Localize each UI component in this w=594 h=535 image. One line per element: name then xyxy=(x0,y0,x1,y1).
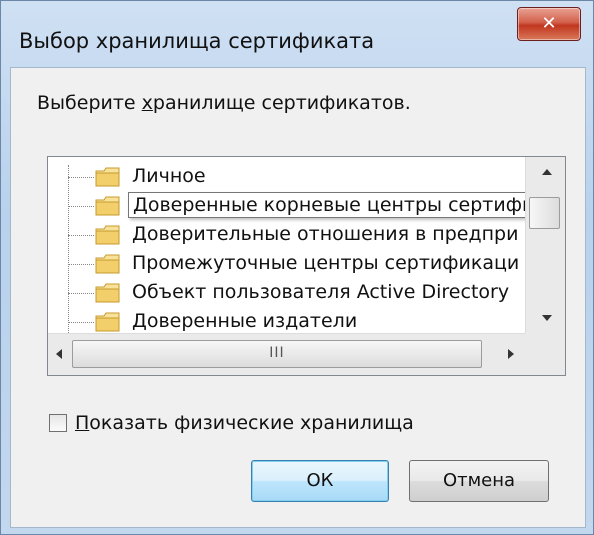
vertical-scrollbar[interactable] xyxy=(525,157,565,333)
folder-icon xyxy=(95,312,120,332)
scroll-up-icon[interactable] xyxy=(542,169,552,175)
tree-item-label: Доверительные отношения в предпри xyxy=(132,223,519,245)
horizontal-scroll-thumb[interactable]: III xyxy=(72,340,482,368)
tree-item-tooltip: Доверенные корневые центры сертификации xyxy=(128,192,525,218)
tree-item-intermediate[interactable]: Промежуточные центры сертификаци xyxy=(48,250,525,280)
tree-item-label: Доверенные издатели xyxy=(132,310,358,332)
show-physical-stores-checkbox[interactable] xyxy=(49,414,67,432)
window-title: Выбор хранилища сертификата xyxy=(19,29,375,53)
folder-icon xyxy=(95,167,120,187)
tree-item-trusted-root[interactable]: Доверенные корневые центры сертификации xyxy=(48,192,525,222)
folder-icon xyxy=(95,225,120,245)
tree-item-label: Личное xyxy=(132,165,206,187)
tree-list: Личное Доверенные корневые центры сертиф… xyxy=(48,157,525,333)
tree-item-trusted-publishers[interactable]: Доверенные издатели xyxy=(48,308,525,333)
vertical-scroll-thumb[interactable] xyxy=(529,197,560,229)
close-button[interactable]: ✕ xyxy=(517,7,581,41)
dialog-window: Выбор хранилища сертификата ✕ Выберите х… xyxy=(0,0,594,535)
folder-icon xyxy=(95,254,120,274)
scroll-down-icon[interactable] xyxy=(542,315,552,321)
horizontal-scrollbar[interactable]: III xyxy=(48,333,525,375)
tree-item-label: Промежуточные центры сертификаци xyxy=(132,252,520,274)
tree-item-ad-user-object[interactable]: Объект пользователя Active Directory xyxy=(48,279,525,309)
scroll-right-icon[interactable] xyxy=(508,349,514,359)
folder-icon xyxy=(95,283,120,303)
cancel-button[interactable]: Отмена xyxy=(409,460,549,502)
tree-item-personal[interactable]: Личное xyxy=(48,163,525,193)
scroll-corner xyxy=(525,333,565,375)
store-tree[interactable]: Личное Доверенные корневые центры сертиф… xyxy=(47,156,566,376)
checkbox-label: Показать физические хранилища xyxy=(75,412,414,434)
ok-button[interactable]: ОК xyxy=(251,460,389,502)
title-bar[interactable]: Выбор хранилища сертификата ✕ xyxy=(1,1,593,67)
folder-icon xyxy=(95,196,120,216)
tree-item-enterprise-trust[interactable]: Доверительные отношения в предпри xyxy=(48,221,525,251)
grip-icon: III xyxy=(269,345,285,361)
scroll-left-icon[interactable] xyxy=(56,349,62,359)
tree-item-label: Объект пользователя Active Directory xyxy=(132,281,510,303)
close-icon: ✕ xyxy=(541,13,557,34)
dialog-body: Выберите хранилище сертификатов. Личное … xyxy=(10,67,586,528)
prompt-text: Выберите хранилище сертификатов. xyxy=(37,92,411,114)
